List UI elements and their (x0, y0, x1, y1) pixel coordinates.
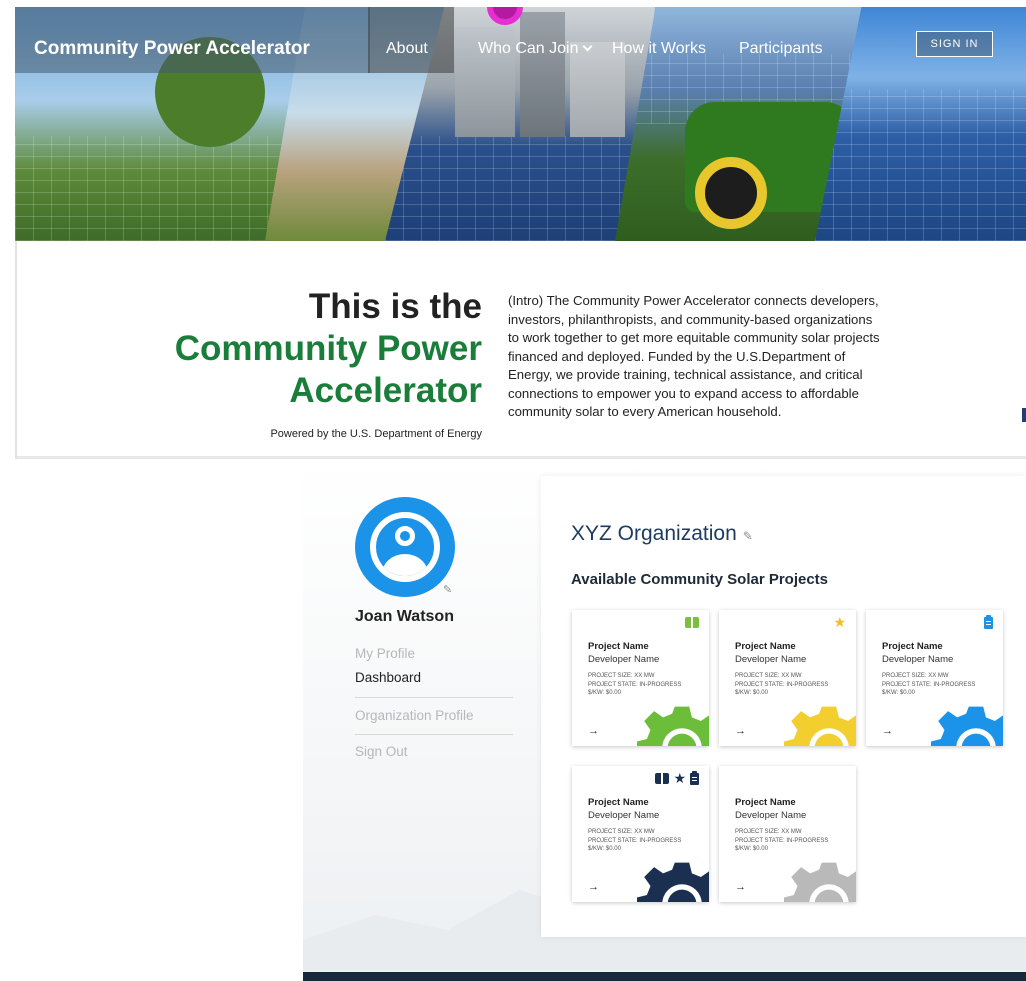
developer-name: Developer Name (588, 810, 660, 821)
intro-heading-line-2: Community Power (174, 329, 482, 368)
project-size: PROJECT SIZE: XX MW (735, 829, 802, 835)
arrow-right-icon[interactable]: → (735, 881, 746, 893)
project-name: Project Name (588, 641, 649, 652)
project-card[interactable]: ★ Project Name Developer Name PROJECT SI… (572, 766, 709, 902)
project-rate: $/KW: $0.00 (882, 690, 915, 696)
project-card-icons: ★ (655, 770, 699, 786)
intro-body-text: (Intro) The Community Power Accelerator … (508, 293, 880, 419)
book-icon (655, 773, 670, 784)
developer-name: Developer Name (588, 654, 660, 665)
intro-heading-line-1: This is the (308, 287, 482, 326)
book-icon (685, 617, 699, 628)
sidebar-item-sign-out[interactable]: Sign Out (355, 744, 408, 759)
project-card-icons (984, 615, 993, 629)
project-name: Project Name (882, 641, 943, 652)
project-card-icons (685, 617, 699, 628)
project-card[interactable]: ★ Project Name Developer Name PROJECT SI… (719, 610, 856, 746)
user-icon-body (382, 554, 428, 576)
arrow-right-icon[interactable]: → (588, 881, 599, 893)
intro-section: This is the Community Power Accelerator … (15, 241, 1026, 459)
sign-in-button[interactable]: SIGN IN (916, 31, 993, 57)
project-rate: $/KW: $0.00 (735, 846, 768, 852)
organization-title: XYZ Organization ✎ (571, 522, 753, 546)
gear-icon (784, 706, 856, 746)
hero-tractor-wheel (695, 157, 767, 229)
developer-name: Developer Name (735, 810, 807, 821)
intro-left-border (15, 241, 17, 459)
gear-icon (784, 862, 856, 902)
developer-name: Developer Name (735, 654, 807, 665)
project-state: PROJECT STATE: IN-PROGRESS (588, 681, 682, 688)
nav-about[interactable]: About (386, 39, 428, 59)
brand-logo-link[interactable]: Community Power Accelerator (34, 38, 310, 60)
arrow-right-icon[interactable]: → (882, 725, 893, 737)
user-name: Joan Watson (355, 608, 454, 625)
project-name: Project Name (588, 797, 649, 808)
project-size: PROJECT SIZE: XX MW (735, 673, 802, 679)
nav-who-can-join[interactable]: Who Can Join (478, 39, 592, 59)
project-name: Project Name (735, 641, 796, 652)
arrow-right-icon[interactable]: → (588, 725, 599, 737)
project-state: PROJECT STATE: IN-PROGRESS (735, 681, 829, 688)
gear-icon (931, 706, 1003, 746)
project-state: PROJECT STATE: IN-PROGRESS (735, 837, 829, 844)
project-meta: PROJECT SIZE: XX MW PROJECT STATE: IN-PR… (735, 828, 828, 854)
nav-who-can-join-label: Who Can Join (478, 40, 579, 57)
project-rate: $/KW: $0.00 (588, 690, 621, 696)
project-card[interactable]: Project Name Developer Name PROJECT SIZE… (572, 610, 709, 746)
gear-icon (637, 706, 709, 746)
developer-name: Developer Name (882, 654, 954, 665)
project-card-icons: ★ (833, 614, 846, 630)
powered-by-text: Powered by the U.S. Department of Energy (270, 428, 482, 440)
star-icon: ★ (673, 770, 686, 786)
project-state: PROJECT STATE: IN-PROGRESS (882, 681, 976, 688)
footer-bar (303, 972, 1026, 981)
intro-heading-line-3: Accelerator (289, 371, 482, 410)
user-icon (370, 512, 440, 582)
project-state: PROJECT STATE: IN-PROGRESS (588, 837, 682, 844)
arrow-right-icon[interactable]: → (735, 725, 746, 737)
edit-avatar-icon[interactable]: ✎ (443, 583, 452, 596)
sidebar-divider (355, 734, 513, 735)
project-rate: $/KW: $0.00 (588, 846, 621, 852)
star-icon: ★ (833, 614, 846, 630)
scroll-indicator (1022, 408, 1026, 422)
project-rate: $/KW: $0.00 (735, 690, 768, 696)
nav-how-it-works[interactable]: How it Works (612, 39, 706, 59)
project-meta: PROJECT SIZE: XX MW PROJECT STATE: IN-PR… (735, 672, 828, 698)
nav-participants[interactable]: Participants (739, 39, 823, 59)
project-size: PROJECT SIZE: XX MW (588, 673, 655, 679)
project-meta: PROJECT SIZE: XX MW PROJECT STATE: IN-PR… (588, 672, 681, 698)
organization-name: XYZ Organization (571, 522, 737, 545)
clipboard-icon (690, 771, 699, 785)
sidebar-item-dashboard[interactable]: Dashboard (355, 670, 421, 685)
user-avatar[interactable] (355, 497, 455, 597)
gear-icon (637, 862, 709, 902)
clipboard-icon (984, 615, 993, 629)
sidebar-item-my-profile[interactable]: My Profile (355, 646, 415, 661)
project-card[interactable]: Project Name Developer Name PROJECT SIZE… (866, 610, 1003, 746)
project-card[interactable]: Project Name Developer Name PROJECT SIZE… (719, 766, 856, 902)
project-size: PROJECT SIZE: XX MW (882, 673, 949, 679)
project-meta: PROJECT SIZE: XX MW PROJECT STATE: IN-PR… (882, 672, 975, 698)
sidebar-item-organization-profile[interactable]: Organization Profile (355, 708, 474, 723)
chevron-down-icon (582, 41, 592, 52)
project-meta: PROJECT SIZE: XX MW PROJECT STATE: IN-PR… (588, 828, 681, 854)
top-navbar: Community Power Accelerator About Who Ca… (15, 7, 1026, 73)
edit-organization-icon[interactable]: ✎ (743, 529, 753, 543)
project-name: Project Name (735, 797, 796, 808)
projects-heading: Available Community Solar Projects (571, 571, 829, 588)
sidebar-divider (355, 697, 513, 698)
project-size: PROJECT SIZE: XX MW (588, 829, 655, 835)
user-icon-head (395, 526, 415, 546)
intro-heading: This is the Community Power Accelerator (175, 286, 482, 412)
